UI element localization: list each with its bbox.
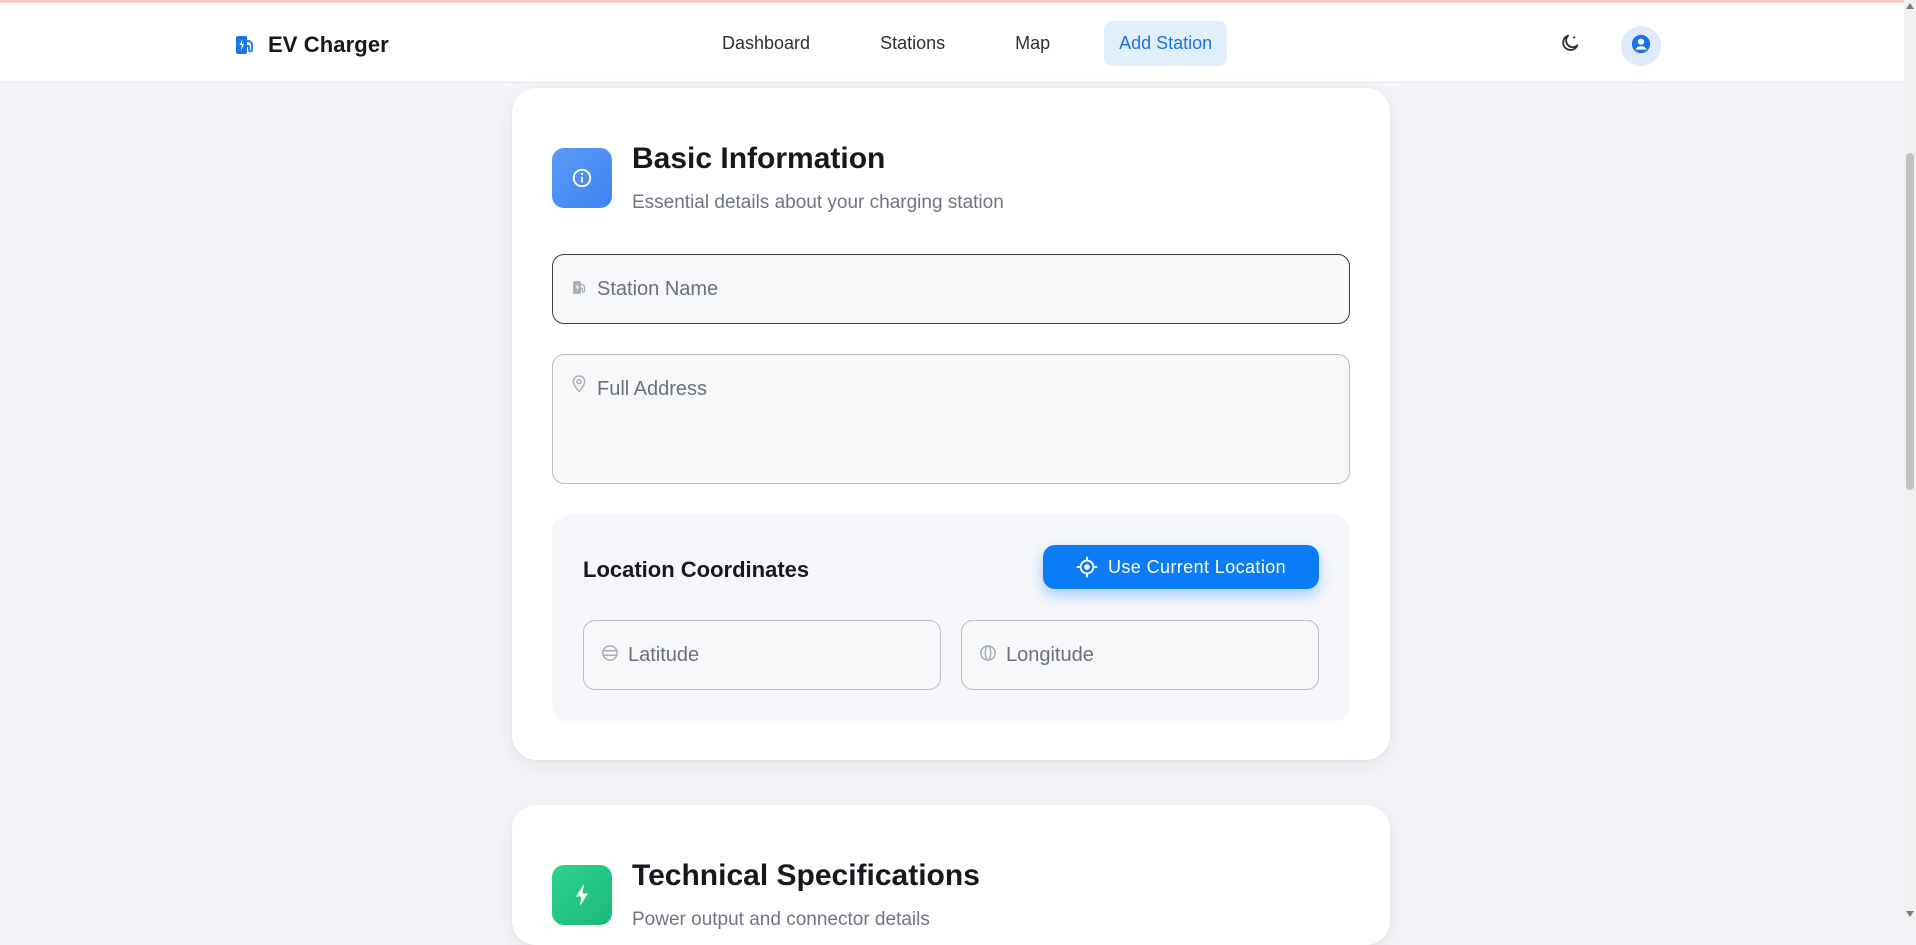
use-current-location-button[interactable]: Use Current Location xyxy=(1043,545,1319,589)
station-name-input[interactable]: Station Name xyxy=(552,254,1350,324)
full-address-textarea[interactable]: Full Address xyxy=(552,354,1350,484)
section-title: Technical Specifications xyxy=(632,859,980,892)
technical-specifications-card: Technical Specifications Power output an… xyxy=(512,805,1390,945)
moon-icon xyxy=(1559,32,1581,59)
theme-toggle-button[interactable] xyxy=(1556,31,1584,59)
user-circle-icon xyxy=(1630,33,1652,60)
info-icon xyxy=(552,148,612,208)
technical-specifications-header: Technical Specifications Power output an… xyxy=(552,857,980,931)
map-pin-icon xyxy=(570,374,588,394)
nav-dashboard[interactable]: Dashboard xyxy=(706,21,826,66)
latitude-icon xyxy=(601,643,619,663)
section-title: Basic Information xyxy=(632,142,886,175)
brand[interactable]: EV Charger xyxy=(232,28,389,62)
main-nav: Dashboard Stations Map Add Station xyxy=(706,20,1228,66)
nav-stations[interactable]: Stations xyxy=(864,21,961,66)
longitude-placeholder: Longitude xyxy=(1006,644,1094,666)
location-coordinates-title: Location Coordinates xyxy=(583,557,810,582)
crosshair-icon xyxy=(1076,556,1098,578)
longitude-input[interactable]: Longitude xyxy=(961,620,1319,690)
bolt-icon xyxy=(552,865,612,925)
user-menu-button[interactable] xyxy=(1621,26,1661,66)
longitude-icon xyxy=(979,643,997,663)
section-subtitle: Essential details about your charging st… xyxy=(632,192,1004,213)
scroll-down-arrow-icon[interactable] xyxy=(1906,911,1914,917)
nav-add-station[interactable]: Add Station xyxy=(1104,20,1228,66)
navbar: EV Charger Dashboard Stations Map Add St… xyxy=(0,3,1904,83)
use-current-location-label: Use Current Location xyxy=(1107,556,1287,577)
section-subtitle: Power output and connector details xyxy=(632,909,930,930)
basic-information-header: Basic Information Essential details abou… xyxy=(552,140,1004,214)
basic-information-card: Basic Information Essential details abou… xyxy=(512,88,1390,760)
page-scrollbar[interactable] xyxy=(1904,0,1916,921)
brand-name: EV Charger xyxy=(268,32,389,57)
location-coordinates-panel: Location Coordinates Use Current Locatio… xyxy=(552,514,1350,722)
scroll-up-arrow-icon[interactable] xyxy=(1906,3,1914,9)
full-address-placeholder: Full Address xyxy=(597,378,708,400)
ev-station-icon xyxy=(232,32,258,58)
scrollbar-thumb[interactable] xyxy=(1906,153,1914,490)
nav-map[interactable]: Map xyxy=(999,21,1066,66)
station-name-placeholder: Station Name xyxy=(597,278,719,300)
latitude-input[interactable]: Latitude xyxy=(583,620,941,690)
latitude-placeholder: Latitude xyxy=(628,644,700,666)
ev-station-icon xyxy=(570,277,588,297)
